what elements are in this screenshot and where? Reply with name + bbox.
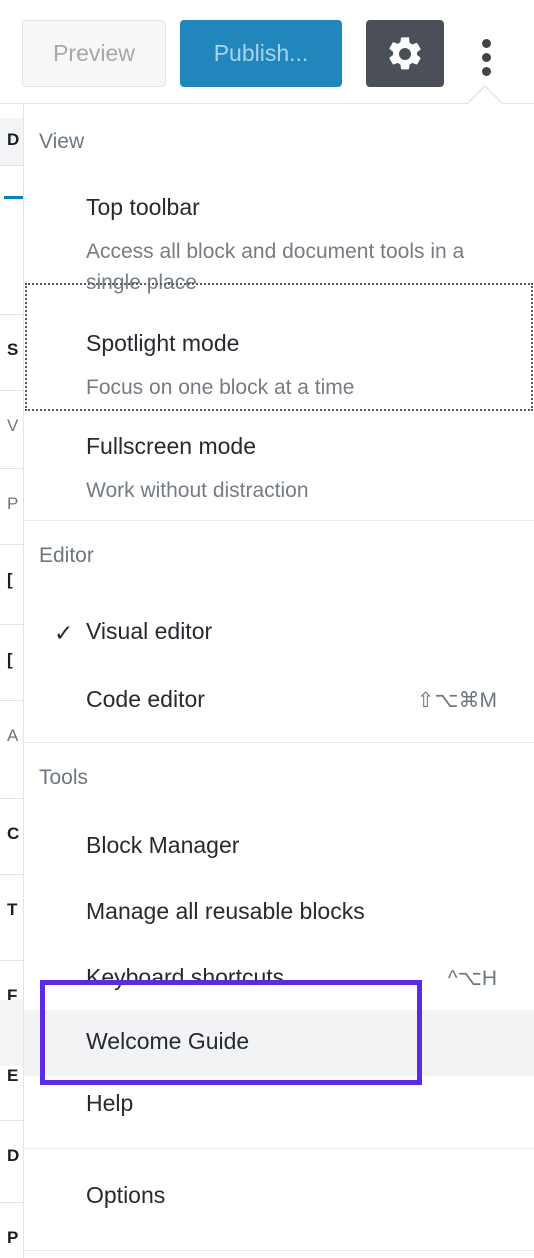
sidebar-panel-label-1[interactable]: V [7, 416, 18, 436]
menu-item-code-editor[interactable]: Code editor ⇧⌥⌘M [24, 672, 534, 730]
menu-separator-bottom [24, 1250, 534, 1251]
menu-item-title: Spotlight mode [86, 330, 240, 356]
sidebar-divider [0, 390, 23, 391]
menu-item-options[interactable]: Options [24, 1168, 534, 1228]
menu-item-spotlight-mode[interactable]: Spotlight mode Focus on one block at a ti… [24, 316, 534, 419]
preview-button[interactable]: Preview [22, 20, 166, 87]
menu-item-title: Block Manager [86, 832, 240, 858]
editor-screen: D S V P[[A C T F E D P Preview Publish... View To… [0, 0, 534, 1258]
popover-arrow [468, 87, 502, 104]
menu-item-fullscreen-mode[interactable]: Fullscreen mode Work without distraction [24, 419, 534, 522]
menu-item-title: Welcome Guide [86, 1028, 250, 1054]
menu-separator [24, 742, 534, 743]
more-options-menu: View Top toolbar Access all block and docu… [23, 104, 534, 1258]
sidebar-divider [0, 468, 23, 469]
menu-item-description: Access all block and document tools in a… [86, 240, 465, 294]
sidebar-divider [0, 798, 23, 799]
sidebar-panel-label-2[interactable]: P [7, 494, 18, 514]
menu-item-visual-editor[interactable]: ✓ Visual editor [24, 604, 534, 662]
sidebar-divider [0, 1120, 23, 1121]
menu-item-title: Options [86, 1182, 166, 1208]
menu-separator [24, 520, 534, 521]
sidebar-divider [0, 544, 23, 545]
menu-item-welcome-guide[interactable]: Welcome Guide [24, 1010, 534, 1076]
menu-group-label-view-section: View [39, 130, 85, 153]
menu-item-title: Code editor [86, 686, 205, 712]
sidebar-tab-active-indicator [4, 196, 23, 199]
settings-button[interactable] [366, 20, 444, 87]
menu-item-title: Top toolbar [86, 194, 200, 220]
sidebar-panel-label-4[interactable]: [ [7, 650, 13, 670]
menu-item-top-toolbar[interactable]: Top toolbar Access all block and document… [24, 180, 534, 314]
menu-item-description: Focus on one block at a time [86, 376, 355, 399]
sidebar-panel-label-0[interactable]: S [7, 340, 18, 360]
menu-item-title: Help [86, 1090, 134, 1116]
menu-item-description: Work without distraction [86, 479, 309, 502]
sidebar-panel-label-5[interactable]: A [7, 726, 18, 746]
sidebar-divider [0, 624, 23, 625]
sidebar-panel-label-10[interactable]: D [7, 1146, 19, 1166]
sidebar-panel-label-6[interactable]: C [7, 824, 19, 844]
menu-item-title: Visual editor [86, 618, 213, 644]
editor-toolbar: Preview Publish... [0, 0, 534, 104]
sidebar-divider [0, 700, 23, 701]
sidebar-panel-label-7[interactable]: T [7, 900, 17, 920]
publish-button[interactable]: Publish... [180, 20, 342, 87]
menu-group-label-editor-section: Editor [39, 544, 94, 567]
sidebar-panel-label-11[interactable]: P [7, 1228, 18, 1248]
sidebar-divider [0, 960, 23, 961]
menu-item-shortcut: ^⌥H [447, 967, 497, 990]
menu-separator [24, 1148, 534, 1149]
sidebar-divider [0, 314, 23, 315]
menu-group-label-tools-section: Tools [39, 766, 89, 789]
sidebar-tab-document[interactable]: D [7, 130, 19, 150]
menu-item-shortcut: ⇧⌥⌘M [416, 689, 497, 712]
sidebar-divider [0, 1202, 23, 1203]
sidebar-divider [0, 874, 23, 875]
menu-item-help[interactable]: Help [24, 1076, 534, 1136]
menu-item-title: Manage all reusable blocks [86, 898, 365, 924]
more-options-button[interactable] [460, 20, 514, 87]
sidebar-panel-label-9[interactable]: E [7, 1066, 18, 1086]
menu-item-manage-reusable-blocks[interactable]: Manage all reusable blocks [24, 884, 534, 944]
menu-item-title: Fullscreen mode [86, 433, 257, 459]
menu-item-title: Keyboard shortcuts [86, 964, 285, 990]
sidebar-hover-band [0, 1000, 23, 1066]
check-icon: ✓ [54, 620, 74, 646]
menu-item-block-manager[interactable]: Block Manager [24, 818, 534, 878]
sidebar-panel-label-3[interactable]: [ [7, 570, 13, 590]
background-editor-sidebar: D S V P[[A C T F E D P [0, 0, 24, 1258]
menu-item-keyboard-shortcuts[interactable]: Keyboard shortcuts ^⌥H [24, 950, 534, 1010]
